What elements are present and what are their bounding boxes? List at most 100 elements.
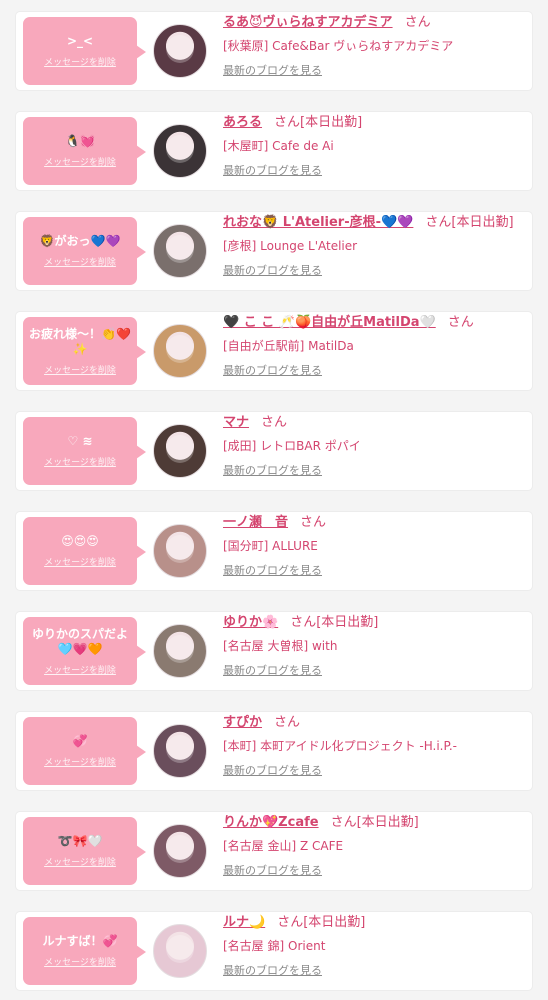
- honorific-text: さん: [274, 715, 301, 730]
- latest-blog-link[interactable]: 最新のブログを見る: [223, 164, 322, 178]
- delete-message-link[interactable]: メッセージを削除: [44, 255, 116, 268]
- avatar[interactable]: [153, 524, 207, 578]
- latest-blog-link[interactable]: 最新のブログを見る: [223, 964, 322, 978]
- message-card: ♡ ≋ メッセージを削除 マナ さん [成田] レトロBAR ポパイ 最新のブログを見る: [16, 412, 532, 490]
- cast-info: ゆりか🌸 さん[本日出勤] [名古屋 大曽根] with 最新のブログを見る: [223, 614, 528, 678]
- cast-name-link[interactable]: れおな🦁 L'Atelier-彦根-💙💜: [223, 215, 413, 230]
- honorific-text: さん: [290, 615, 317, 630]
- shop-text: [国分町] ALLURE: [223, 539, 318, 553]
- avatar-highlight: [166, 535, 194, 563]
- delete-message-link[interactable]: メッセージを削除: [44, 55, 116, 68]
- honorific-text: さん: [330, 815, 357, 830]
- latest-blog-link[interactable]: 最新のブログを見る: [223, 364, 322, 378]
- latest-blog-link[interactable]: 最新のブログを見る: [223, 64, 322, 78]
- name-line: るあ😈ヴぃらねすアカデミア さん: [223, 14, 528, 34]
- avatar-highlight: [166, 635, 194, 663]
- message-card: ルナすば！💞 メッセージを削除 ルナ🌙 さん[本日出勤] [名古屋 錦] Orient 最…: [16, 912, 532, 990]
- message-bubble: 😍😍😍 メッセージを削除: [23, 517, 146, 585]
- shop-text: [名古屋 錦] Orient: [223, 939, 326, 953]
- cast-name-link[interactable]: ゆりか🌸: [223, 615, 278, 630]
- message-bubble: ➰🎀🤍 メッセージを削除: [23, 817, 146, 885]
- cast-info: ルナ🌙 さん[本日出勤] [名古屋 錦] Orient 最新のブログを見る: [223, 914, 528, 978]
- message-card: >_< メッセージを削除 るあ😈ヴぃらねすアカデミア さん [秋葉原] Cafe&Bar…: [16, 12, 532, 90]
- cast-name-link[interactable]: 🖤 こ こ 🥂🍑自由が丘MatilDa🤍: [223, 315, 436, 330]
- message-bubble: 🐧💓 メッセージを削除: [23, 117, 146, 185]
- cast-info: 🖤 こ こ 🥂🍑自由が丘MatilDa🤍 さん [自由が丘駅前] MatilDa 最新…: [223, 314, 528, 378]
- delete-message-link[interactable]: メッセージを削除: [44, 555, 116, 568]
- working-today-badge: [本日出勤]: [451, 215, 514, 230]
- cast-info: るあ😈ヴぃらねすアカデミア さん [秋葉原] Cafe&Bar ヴぃらねすアカデミア…: [223, 14, 528, 78]
- avatar[interactable]: [153, 24, 207, 78]
- message-card: 🐧💓 メッセージを削除 あろる さん[本日出勤] [木屋町] Cafe de Ai 最新の…: [16, 112, 532, 190]
- message-bubble: >_< メッセージを削除: [23, 17, 146, 85]
- avatar-highlight: [166, 935, 194, 963]
- avatar[interactable]: [153, 724, 207, 778]
- honorific-text: さん: [274, 115, 301, 130]
- cast-name-link[interactable]: あろる: [223, 115, 262, 130]
- message-bubble: ♡ ≋ メッセージを削除: [23, 417, 146, 485]
- name-line: ゆりか🌸 さん[本日出勤]: [223, 614, 528, 634]
- message-text: ♡ ≋: [67, 434, 93, 448]
- avatar[interactable]: [153, 324, 207, 378]
- working-today-badge: [本日出勤]: [303, 915, 366, 930]
- latest-blog-link[interactable]: 最新のブログを見る: [223, 764, 322, 778]
- delete-message-link[interactable]: メッセージを削除: [44, 855, 116, 868]
- delete-message-link[interactable]: メッセージを削除: [44, 455, 116, 468]
- cast-name-link[interactable]: るあ😈ヴぃらねすアカデミア: [223, 15, 393, 30]
- cast-name-link[interactable]: りんか💖Zcafe: [223, 815, 319, 830]
- latest-blog-link[interactable]: 最新のブログを見る: [223, 464, 322, 478]
- message-text: 🐧💓: [65, 134, 95, 148]
- message-text: お疲れ様〜！👏❤️✨: [29, 326, 131, 356]
- name-line: ルナ🌙 さん[本日出勤]: [223, 914, 528, 934]
- message-bubble: お疲れ様〜！👏❤️✨ メッセージを削除: [23, 317, 146, 385]
- avatar[interactable]: [153, 224, 207, 278]
- name-line: すぴか さん: [223, 714, 528, 734]
- delete-message-link[interactable]: メッセージを削除: [44, 155, 116, 168]
- avatar[interactable]: [153, 124, 207, 178]
- shop-text: [彦根] Lounge L'Atelier: [223, 239, 358, 253]
- latest-blog-link[interactable]: 最新のブログを見る: [223, 564, 322, 578]
- avatar-highlight: [166, 235, 194, 263]
- avatar-highlight: [166, 735, 194, 763]
- message-text: ルナすば！💞: [42, 934, 118, 948]
- avatar[interactable]: [153, 924, 207, 978]
- message-bubble: ルナすば！💞 メッセージを削除: [23, 917, 146, 985]
- latest-blog-link[interactable]: 最新のブログを見る: [223, 664, 322, 678]
- name-line: りんか💖Zcafe さん[本日出勤]: [223, 814, 528, 834]
- cast-name-link[interactable]: 一ノ瀬 音: [223, 515, 288, 530]
- delete-message-link[interactable]: メッセージを削除: [44, 363, 116, 376]
- message-card: お疲れ様〜！👏❤️✨ メッセージを削除 🖤 こ こ 🥂🍑自由が丘MatilDa🤍 さん…: [16, 312, 532, 390]
- cast-name-link[interactable]: マナ: [223, 415, 249, 430]
- message-card: ➰🎀🤍 メッセージを削除 りんか💖Zcafe さん[本日出勤] [名古屋 金山] Z C…: [16, 812, 532, 890]
- message-text: ➰🎀🤍: [57, 834, 103, 848]
- cast-info: りんか💖Zcafe さん[本日出勤] [名古屋 金山] Z CAFE 最新のブログを見…: [223, 814, 528, 878]
- cast-info: あろる さん[本日出勤] [木屋町] Cafe de Ai 最新のブログを見る: [223, 114, 528, 178]
- message-card-list: >_< メッセージを削除 るあ😈ヴぃらねすアカデミア さん [秋葉原] Cafe&Bar…: [0, 0, 548, 1000]
- latest-blog-link[interactable]: 最新のブログを見る: [223, 864, 322, 878]
- honorific-text: さん: [300, 515, 327, 530]
- message-text: 😍😍😍: [61, 534, 99, 548]
- avatar-highlight: [166, 835, 194, 863]
- message-text: 💞: [72, 734, 88, 748]
- cast-name-link[interactable]: ルナ🌙: [223, 915, 265, 930]
- delete-message-link[interactable]: メッセージを削除: [44, 755, 116, 768]
- honorific-text: さん: [277, 915, 304, 930]
- delete-message-link[interactable]: メッセージを削除: [44, 663, 116, 676]
- cast-name-link[interactable]: すぴか: [223, 715, 262, 730]
- shop-text: [成田] レトロBAR ポパイ: [223, 439, 361, 453]
- working-today-badge: [本日出勤]: [356, 815, 419, 830]
- avatar[interactable]: [153, 624, 207, 678]
- message-card: 🦁がおっ💙💜 メッセージを削除 れおな🦁 L'Atelier-彦根-💙💜 さん[本日出…: [16, 212, 532, 290]
- avatar[interactable]: [153, 424, 207, 478]
- name-line: あろる さん[本日出勤]: [223, 114, 528, 134]
- avatar-highlight: [166, 35, 194, 63]
- avatar-highlight: [166, 335, 194, 363]
- honorific-text: さん: [447, 315, 474, 330]
- honorific-text: さん: [404, 15, 431, 30]
- message-text: 🦁がおっ💙💜: [39, 234, 121, 248]
- latest-blog-link[interactable]: 最新のブログを見る: [223, 264, 322, 278]
- delete-message-link[interactable]: メッセージを削除: [44, 955, 116, 968]
- message-text: >_<: [66, 34, 94, 48]
- avatar[interactable]: [153, 824, 207, 878]
- shop-text: [名古屋 金山] Z CAFE: [223, 839, 344, 853]
